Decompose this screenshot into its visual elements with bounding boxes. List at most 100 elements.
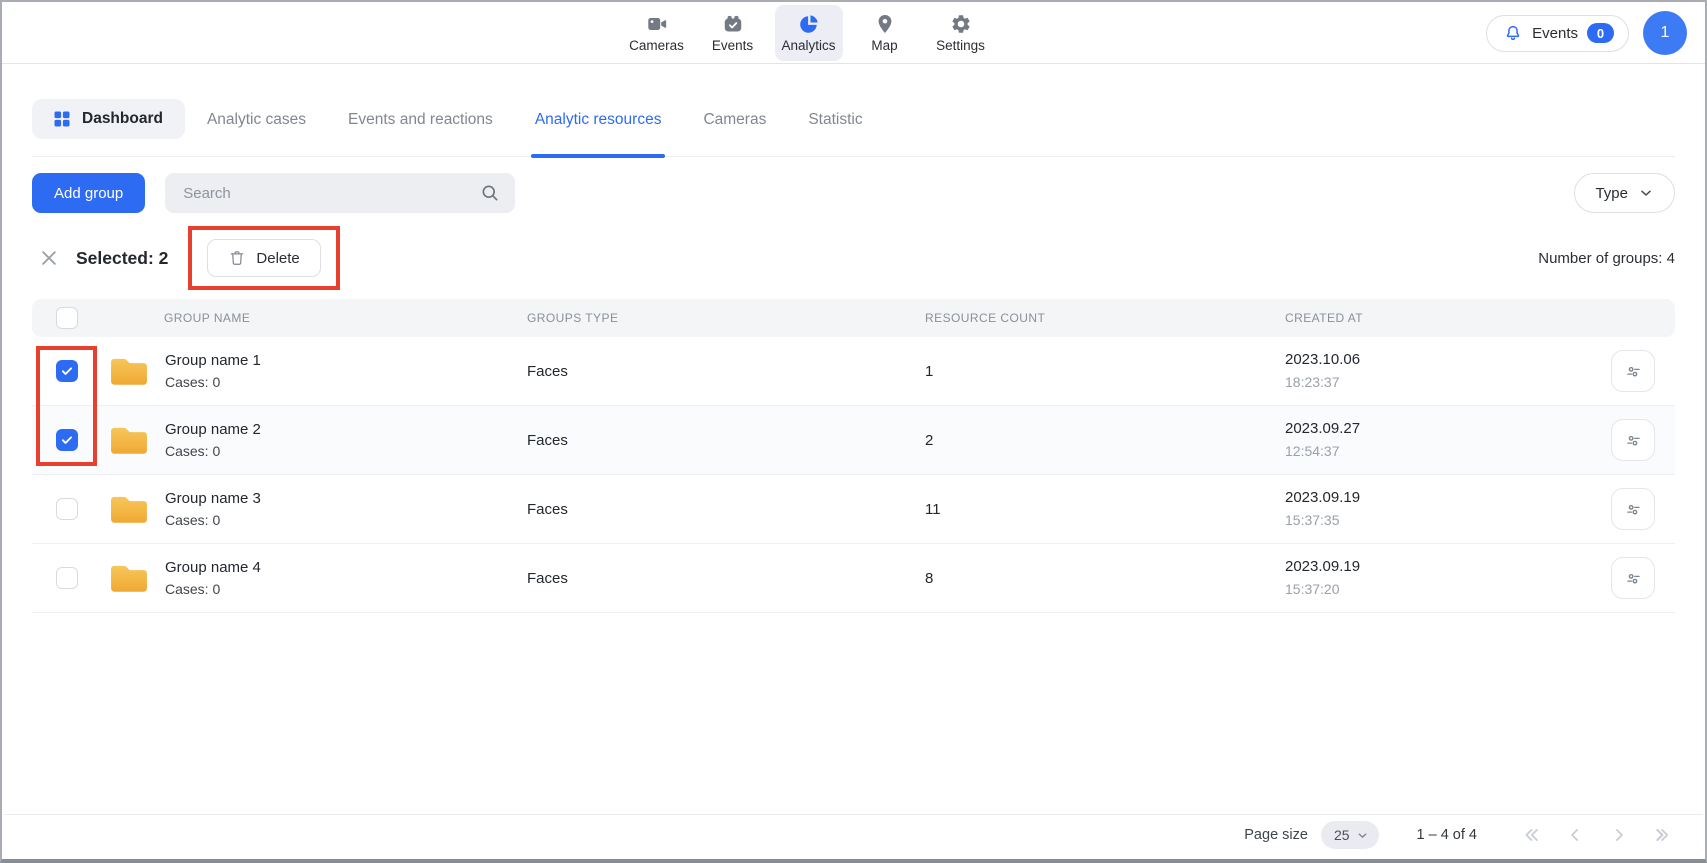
nav-label: Map: [871, 38, 897, 53]
nav-item-cameras[interactable]: Cameras: [623, 5, 691, 61]
nav-item-analytics[interactable]: Analytics: [775, 5, 843, 61]
nav-item-events[interactable]: Events: [699, 5, 767, 61]
search-input[interactable]: [165, 173, 515, 213]
bell-icon: [1503, 23, 1523, 43]
folder-icon: [110, 563, 148, 593]
pagination-range-label: 1 – 4 of 4: [1417, 827, 1477, 843]
resource-count: 1: [890, 363, 1250, 380]
toolbar: Add group Type: [32, 173, 1675, 213]
created-time: 15:37:35: [1285, 510, 1597, 531]
group-type: Faces: [492, 570, 890, 587]
location-pin-icon: [874, 13, 896, 35]
group-name[interactable]: Group name 3: [165, 488, 261, 510]
events-button-label: Events: [1532, 25, 1578, 42]
tab-analytic-cases[interactable]: Analytic cases: [207, 96, 306, 156]
row-settings-button[interactable]: [1611, 557, 1655, 599]
group-cases: Cases: 0: [165, 372, 261, 392]
resource-count: 2: [890, 432, 1250, 449]
page-size-control: Page size 25: [1244, 821, 1378, 849]
table-header-row: GROUP NAME GROUPS TYPE RESOURCE COUNT CR…: [32, 299, 1675, 337]
table-row-group-1: Group name 1 Cases: 0 Faces 1 2023.10.06…: [32, 337, 1675, 406]
selected-count-label: Selected: 2: [76, 248, 168, 269]
folder-icon: [110, 356, 148, 386]
chevron-down-icon: [1356, 829, 1369, 842]
created-time: 18:23:37: [1285, 372, 1597, 393]
row-settings-button[interactable]: [1611, 350, 1655, 392]
column-header-group-name: GROUP NAME: [102, 311, 492, 325]
column-header-created-at: CREATED AT: [1250, 311, 1597, 325]
sliders-icon: [1624, 569, 1643, 588]
sliders-icon: [1624, 431, 1643, 450]
table-body: Group name 1 Cases: 0 Faces 1 2023.10.06…: [32, 337, 1675, 613]
events-count-badge: 0: [1587, 23, 1614, 43]
previous-page-button[interactable]: [1563, 823, 1587, 847]
clear-selection-icon[interactable]: [39, 248, 59, 268]
app-window: Cameras Events Analytics Map: [0, 0, 1707, 863]
created-date: 2023.09.19: [1285, 556, 1597, 579]
selection-row: Selected: 2 Delete Number of groups: 4: [32, 225, 1675, 291]
tabs-row: Dashboard Analytic cases Events and reac…: [32, 96, 1675, 157]
group-cases: Cases: 0: [165, 441, 261, 461]
tab-cameras[interactable]: Cameras: [703, 96, 766, 156]
folder-icon: [110, 425, 148, 455]
created-time: 12:54:37: [1285, 441, 1597, 462]
nav-label: Analytics: [781, 38, 835, 53]
main-navigation: Cameras Events Analytics Map: [623, 5, 995, 61]
group-type: Faces: [492, 363, 890, 380]
type-filter-button[interactable]: Type: [1574, 173, 1675, 213]
groups-table: GROUP NAME GROUPS TYPE RESOURCE COUNT CR…: [32, 299, 1675, 613]
group-cases: Cases: 0: [165, 510, 261, 530]
nav-label: Events: [712, 38, 753, 53]
tab-analytic-resources[interactable]: Analytic resources: [535, 96, 662, 156]
pie-chart-icon: [798, 13, 820, 35]
row-checkbox[interactable]: [56, 498, 78, 520]
select-all-checkbox[interactable]: [56, 307, 78, 329]
event-check-icon: [722, 13, 744, 35]
column-header-resource-count: RESOURCE COUNT: [890, 311, 1250, 325]
tab-statistic[interactable]: Statistic: [808, 96, 862, 156]
table-row-group-4: Group name 4 Cases: 0 Faces 8 2023.09.19…: [32, 544, 1675, 613]
created-date: 2023.10.06: [1285, 349, 1597, 372]
page-size-value: 25: [1334, 827, 1350, 843]
section-tabs: Analytic cases Events and reactions Anal…: [207, 96, 863, 156]
gear-icon: [950, 13, 972, 35]
resource-count: 8: [890, 570, 1250, 587]
delete-button[interactable]: Delete: [207, 239, 320, 277]
first-page-button[interactable]: [1519, 823, 1543, 847]
next-page-button[interactable]: [1607, 823, 1631, 847]
group-type: Faces: [492, 432, 890, 449]
last-page-button[interactable]: [1651, 823, 1675, 847]
nav-label: Cameras: [629, 38, 684, 53]
row-settings-button[interactable]: [1611, 488, 1655, 530]
page-size-select[interactable]: 25: [1321, 821, 1379, 849]
user-avatar[interactable]: 1: [1643, 11, 1687, 55]
delete-annotation-box: Delete: [188, 226, 339, 290]
sliders-icon: [1624, 362, 1643, 381]
nav-item-map[interactable]: Map: [851, 5, 919, 61]
row-checkbox[interactable]: [56, 360, 78, 382]
topbar-right: Events 0 1: [1486, 2, 1687, 64]
row-checkbox[interactable]: [56, 567, 78, 589]
group-cases: Cases: 0: [165, 579, 261, 599]
created-time: 15:37:20: [1285, 579, 1597, 600]
sliders-icon: [1624, 500, 1643, 519]
folder-icon: [110, 494, 148, 524]
table-row-group-2: Group name 2 Cases: 0 Faces 2 2023.09.27…: [32, 406, 1675, 475]
table-row-group-3: Group name 3 Cases: 0 Faces 11 2023.09.1…: [32, 475, 1675, 544]
row-checkbox[interactable]: [56, 429, 78, 451]
nav-item-settings[interactable]: Settings: [927, 5, 995, 61]
group-name[interactable]: Group name 1: [165, 350, 261, 372]
group-name[interactable]: Group name 4: [165, 557, 261, 579]
events-notifications-button[interactable]: Events 0: [1486, 15, 1629, 52]
dashboard-button[interactable]: Dashboard: [32, 99, 185, 139]
top-bar: Cameras Events Analytics Map: [2, 2, 1705, 64]
column-header-groups-type: GROUPS TYPE: [492, 311, 890, 325]
nav-label: Settings: [936, 38, 985, 53]
number-of-groups-label: Number of groups: 4: [1538, 250, 1675, 267]
created-date: 2023.09.27: [1285, 418, 1597, 441]
group-name[interactable]: Group name 2: [165, 419, 261, 441]
type-filter-label: Type: [1595, 185, 1628, 202]
add-group-button[interactable]: Add group: [32, 173, 145, 213]
tab-events-and-reactions[interactable]: Events and reactions: [348, 96, 493, 156]
row-settings-button[interactable]: [1611, 419, 1655, 461]
